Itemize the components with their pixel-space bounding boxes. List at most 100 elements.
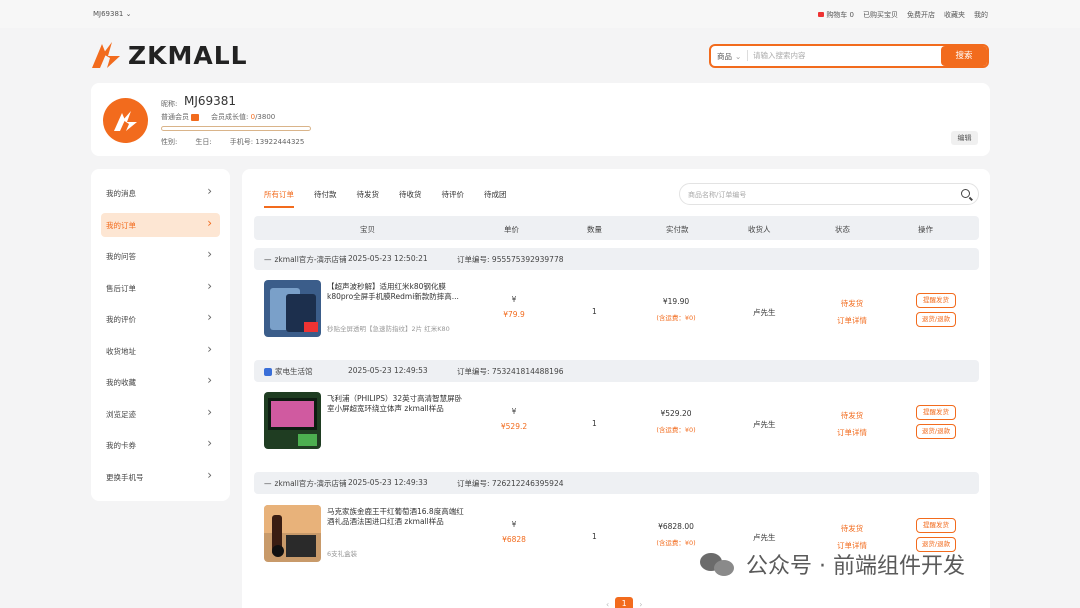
tab-pending-receipt[interactable]: 待收货: [399, 189, 422, 208]
orders-table-header: 宝贝 单价 数量 实付款 收货人 状态 操作: [254, 216, 979, 240]
tab-all-orders[interactable]: 所有订单: [264, 189, 294, 208]
sidebar-item-orders[interactable]: 我的订单 ›: [101, 212, 220, 237]
order-group-header: — zkmall官方-演示店铺 2025-05-23 12:50:21 订单编号…: [254, 248, 979, 270]
order-group-header: — zkmall官方-演示店铺 2025-05-23 12:49:33 订单编号…: [254, 472, 979, 494]
order-search-input[interactable]: 商品名称/订单编号: [679, 183, 979, 205]
product-thumbnail[interactable]: [264, 505, 321, 562]
search-category-select[interactable]: 商品: [717, 51, 741, 62]
sidebar-item-coupons[interactable]: 我的卡券 ›: [101, 429, 220, 461]
shop-name[interactable]: — zkmall官方-演示店铺: [264, 254, 347, 265]
col-paid: 实付款: [666, 225, 689, 234]
order-tabs: 所有订单 待付款 待发货 待收货 待评价 待成团: [264, 189, 507, 208]
order-time: 2025-05-23 12:49:53: [348, 366, 428, 375]
order-group-header: 家电生活馆 2025-05-23 12:49:53 订单编号: 75324181…: [254, 360, 979, 382]
sidebar-item-address[interactable]: 收货地址 ›: [101, 335, 220, 367]
search-input[interactable]: 请输入搜索内容: [747, 50, 806, 61]
search-icon[interactable]: [961, 189, 970, 198]
header: ZKMALL 商品 请输入搜索内容 搜索: [0, 28, 1080, 83]
sidebar-item-after-sales[interactable]: 售后订单 ›: [101, 272, 220, 304]
order-detail-link[interactable]: 订单详情: [834, 315, 870, 326]
chevron-right-icon: ›: [207, 436, 212, 450]
avatar[interactable]: [103, 98, 148, 143]
chevron-right-icon: ›: [207, 184, 212, 198]
product-title[interactable]: 马克家族金鹿王干红葡萄酒16.8度高端红酒礼品酒法国进口红酒 zkmall样品: [327, 507, 467, 527]
page-button[interactable]: 1: [615, 597, 634, 608]
remind-shipment-button[interactable]: 提醒发货: [916, 293, 956, 308]
product-title[interactable]: 【超声波秒解】适用红米k80钢化膜k80pro全屏手机膜Redmi新款防摔高..…: [327, 282, 467, 302]
remind-shipment-button[interactable]: 提醒发货: [916, 405, 956, 420]
quantity: 1: [592, 307, 597, 316]
order-time: 2025-05-23 12:50:21: [348, 254, 428, 263]
quantity: 1: [592, 419, 597, 428]
birthday-label: 生日:: [195, 138, 212, 146]
avatar-logo-icon: [113, 110, 137, 131]
receiver: 卢先生: [753, 533, 776, 542]
growth-value: 会员成长值: 0/3800: [211, 113, 276, 121]
top-link-favorites[interactable]: 收藏夹: [944, 10, 965, 20]
profile-card: 昵称: MJ69381 普通会员 会员成长值: 0/3800 性别: 生日: 手…: [91, 83, 990, 156]
top-user-menu[interactable]: MJ69381 ⌄: [93, 10, 131, 18]
gender-label: 性别:: [161, 138, 178, 146]
sidebar-item-messages[interactable]: 我的消息 ›: [101, 177, 220, 209]
top-link-mine[interactable]: 我的: [974, 10, 988, 20]
prev-page-icon[interactable]: ‹: [606, 600, 609, 608]
order-status: 待发货 订单详情: [834, 523, 870, 551]
logo-icon: [92, 42, 120, 68]
sidebar-item-reviews[interactable]: 我的评价 ›: [101, 303, 220, 335]
edit-profile-button[interactable]: 编辑: [951, 131, 978, 145]
cart-icon: [818, 12, 825, 17]
wechat-icon: [698, 549, 738, 579]
top-bar: MJ69381 ⌄ 购物车 0 已购买宝贝 免费开店 收藏夹 我的: [0, 0, 1080, 28]
watermark: 公众号 · 前端组件开发: [698, 548, 965, 580]
order-status: 待发货 订单详情: [834, 298, 870, 326]
refund-button[interactable]: 退货/退款: [916, 312, 956, 327]
col-status: 状态: [835, 225, 850, 234]
sidebar-item-favorites[interactable]: 我的收藏 ›: [101, 366, 220, 398]
tab-pending-payment[interactable]: 待付款: [314, 189, 337, 208]
chevron-right-icon: ›: [207, 247, 212, 261]
top-link-cart[interactable]: 购物车 0: [818, 10, 854, 20]
sidebar-item-qa[interactable]: 我的问答 ›: [101, 240, 220, 272]
tab-pending-group[interactable]: 待成团: [484, 189, 507, 208]
order-actions: 提醒发货 退货/退款: [916, 293, 956, 331]
product-spec: 秒贴全屏透明【急速防指纹】2片 红米K80: [327, 325, 450, 333]
order-number: 订单编号: 726212246395924: [457, 479, 564, 488]
tab-pending-review[interactable]: 待评价: [442, 189, 465, 208]
col-item: 宝贝: [360, 225, 375, 234]
shop-name[interactable]: — zkmall官方-演示店铺: [264, 478, 347, 489]
shop-name[interactable]: 家电生活馆: [264, 366, 313, 377]
top-username: MJ69381: [93, 10, 124, 18]
top-link-purchased[interactable]: 已购买宝贝: [863, 10, 898, 20]
receiver: 卢先生: [753, 308, 776, 317]
sidebar-item-history[interactable]: 浏览足迹 ›: [101, 398, 220, 430]
order-detail-link[interactable]: 订单详情: [834, 427, 870, 438]
tab-pending-shipment[interactable]: 待发货: [357, 189, 380, 208]
paid-amount: ¥6828.00 (含运费：¥0): [656, 522, 696, 547]
chevron-right-icon: ›: [207, 278, 212, 293]
col-unit-price: 单价: [504, 225, 519, 234]
vip-badge-icon: [191, 113, 199, 121]
search-bar: 商品 请输入搜索内容 搜索: [709, 44, 989, 68]
phone-field: 手机号: 13922444325: [229, 138, 305, 146]
col-actions: 操作: [918, 225, 933, 234]
product-title[interactable]: 飞利浦（PHILIPS）32英寸高清智慧屏卧室小屏超宽环绕立体声 zkmall样…: [327, 394, 467, 414]
orders-panel: 所有订单 待付款 待发货 待收货 待评价 待成团 商品名称/订单编号 宝贝 单价…: [242, 169, 990, 608]
remind-shipment-button[interactable]: 提醒发货: [916, 518, 956, 533]
order-time: 2025-05-23 12:49:33: [348, 478, 428, 487]
paid-amount: ¥19.90 (含运费：¥0): [656, 297, 696, 322]
top-link-open-store[interactable]: 免费开店: [907, 10, 935, 20]
product-thumbnail[interactable]: [264, 280, 321, 337]
quantity: 1: [592, 532, 597, 541]
growth-progress-bar: [161, 126, 311, 131]
refund-button[interactable]: 退货/退款: [916, 424, 956, 439]
logo[interactable]: ZKMALL: [90, 40, 248, 70]
product-thumbnail[interactable]: [264, 392, 321, 449]
order-row: 飞利浦（PHILIPS）32英寸高清智慧屏卧室小屏超宽环绕立体声 zkmall样…: [254, 382, 979, 460]
sidebar-item-change-phone[interactable]: 更换手机号 ›: [101, 461, 220, 493]
chevron-right-icon: ›: [207, 373, 212, 387]
search-button[interactable]: 搜索: [941, 46, 987, 66]
next-page-icon[interactable]: ›: [639, 600, 642, 608]
chevron-right-icon: ›: [207, 404, 212, 419]
order-number: 订单编号: 955575392939778: [457, 255, 564, 264]
product-spec: 6支礼盒装: [327, 550, 358, 558]
